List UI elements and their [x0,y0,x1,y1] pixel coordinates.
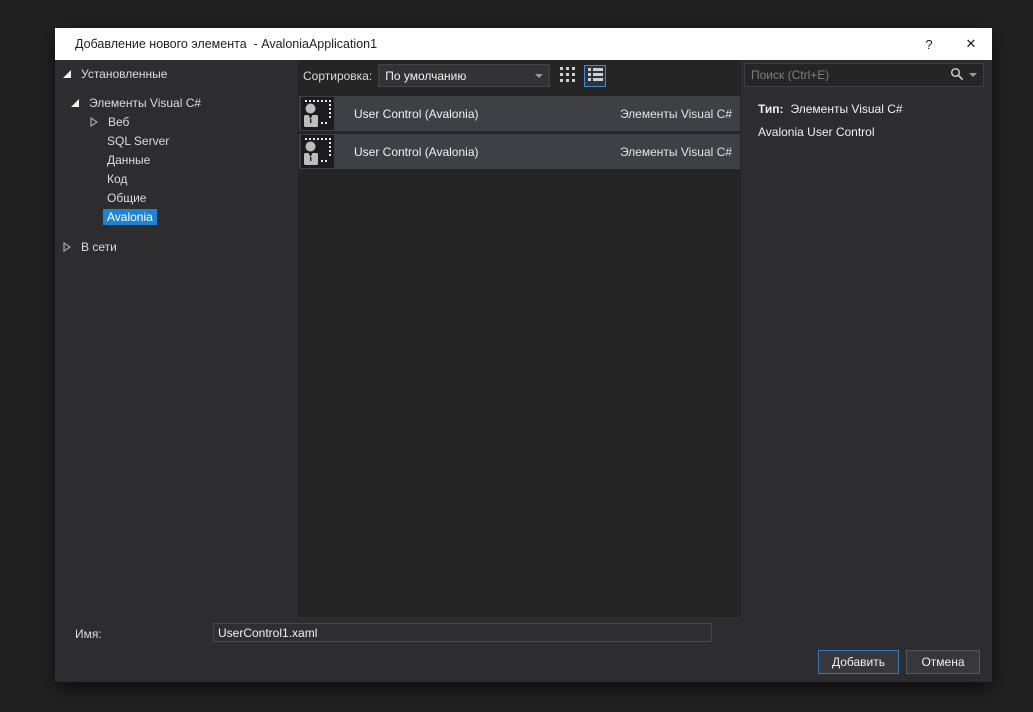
collapse-arrow-icon[interactable] [63,241,73,252]
tree-item-installed[interactable]: Установленные [55,64,298,83]
tree-item-label: В сети [81,239,117,254]
details-panel: Тип: Элементы Visual C# Avalonia User Con… [744,60,992,617]
template-category: Элементы Visual C# [619,144,732,159]
dialog-title: Добавление нового элемента - AvaloniaApp… [75,37,378,51]
template-name: User Control (Avalonia) [354,106,479,121]
sort-dropdown-value: По умолчанию [385,68,467,83]
dialog-titlebar[interactable]: Добавление нового элемента - AvaloniaApp… [55,28,992,60]
tree-item-online[interactable]: В сети [55,237,298,256]
desktop-background: Добавление нового элемента - AvaloniaApp… [0,0,1033,712]
tree-item-label-selected: Avalonia [103,208,157,225]
search-input[interactable] [745,68,948,82]
type-label: Тип: [758,102,784,116]
help-button[interactable]: ? [908,28,950,60]
list-view-icon [587,67,603,84]
file-name-input[interactable] [213,623,712,642]
search-box [744,63,984,87]
template-row-user-control-2[interactable]: User Control (Avalonia) Элементы Visual … [299,134,740,169]
tree-item-label: Веб [108,114,130,129]
dialog-buttons: Добавить Отмена [817,650,980,674]
list-view-button[interactable] [584,64,607,87]
template-row-user-control-1[interactable]: User Control (Avalonia) Элементы Visual … [299,96,740,131]
template-name: User Control (Avalonia) [354,144,479,159]
tree-item-web[interactable]: Веб [55,112,298,131]
search-icon [950,67,964,84]
templates-panel: Сортировка: По умолчанию User Control (A… [298,60,741,617]
user-control-avalonia-icon [301,135,334,168]
name-label: Имя: [75,627,102,641]
template-info: Тип: Элементы Visual C# Avalonia User Con… [758,102,992,139]
templates-toolbar: Сортировка: По умолчанию [298,60,741,91]
add-new-item-dialog: Добавление нового элемента - AvaloniaApp… [55,28,992,682]
user-control-avalonia-icon [301,97,334,130]
type-value: Элементы Visual C# [790,102,903,116]
tree-item-visual-csharp[interactable]: Элементы Visual C# [55,93,298,112]
chevron-down-icon [535,73,544,78]
tree-item-label: Код [107,171,128,186]
template-type-line: Тип: Элементы Visual C# [758,102,992,116]
tree-item-avalonia[interactable]: Avalonia [55,207,298,226]
tree-item-data[interactable]: Данные [55,150,298,169]
tree-item-label: Элементы Visual C# [89,95,202,110]
chevron-down-icon [969,73,977,77]
sort-label: Сортировка: [303,68,373,83]
expand-arrow-icon[interactable] [63,69,73,78]
tree-item-label: Установленные [81,66,168,81]
close-button[interactable]: ✕ [950,28,992,60]
tree-item-sql-server[interactable]: SQL Server [55,131,298,150]
medium-icons-view-button[interactable] [556,65,578,87]
dialog-body: Установленные Элементы Visual C# Веб SQL… [55,60,992,682]
titlebar-buttons: ? ✕ [908,28,992,60]
footer-bar: Имя: Добавить Отмена [55,617,992,682]
template-category: Элементы Visual C# [619,106,732,121]
categories-tree: Установленные Элементы Visual C# Веб SQL… [55,60,298,617]
sort-dropdown[interactable]: По умолчанию [378,64,551,87]
search-button[interactable] [948,67,983,84]
tree-item-label: SQL Server [107,133,170,148]
medium-icons-view-icon [559,66,575,85]
collapse-arrow-icon[interactable] [90,116,100,127]
expand-arrow-icon[interactable] [71,98,81,107]
add-button[interactable]: Добавить [817,650,899,674]
template-description: Avalonia User Control [758,125,875,139]
tree-item-code[interactable]: Код [55,169,298,188]
tree-item-general[interactable]: Общие [55,188,298,207]
cancel-button[interactable]: Отмена [906,650,980,674]
tree-item-label: Общие [107,190,147,205]
tree-item-label: Данные [107,152,151,167]
template-list: User Control (Avalonia) Элементы Visual … [298,96,741,169]
